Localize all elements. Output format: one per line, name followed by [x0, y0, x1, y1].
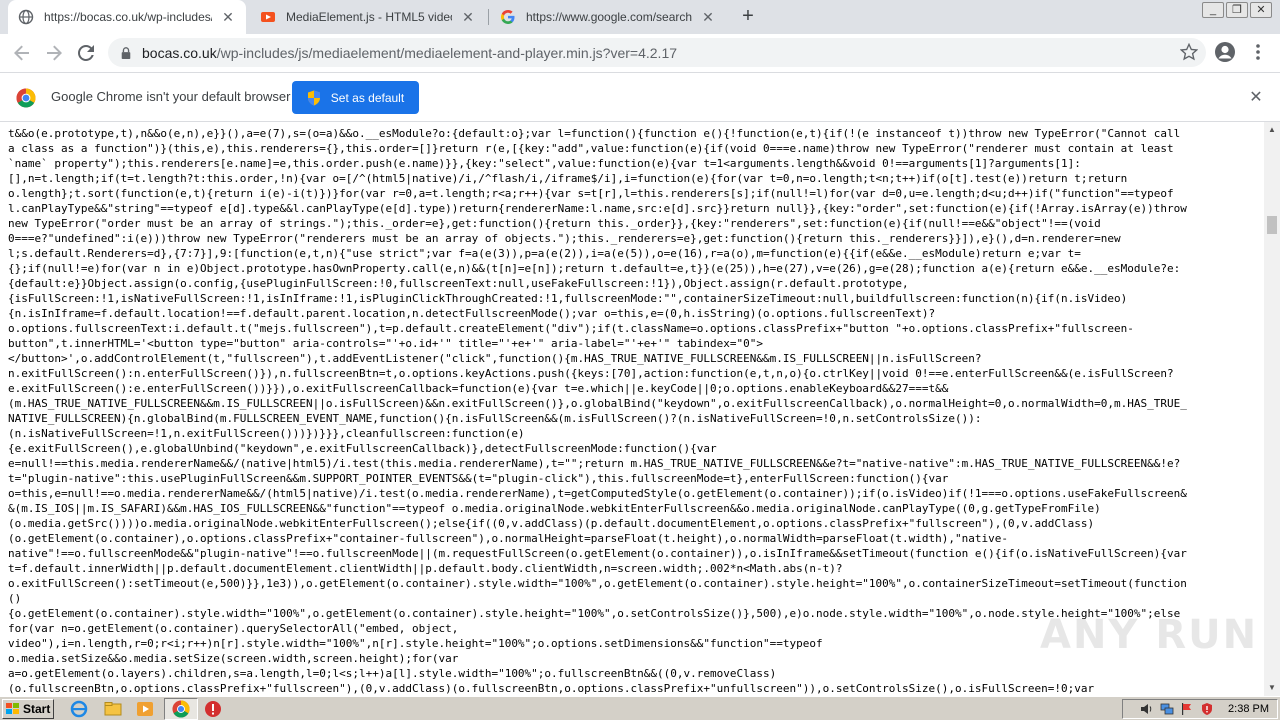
stop-sign-icon[interactable] — [204, 700, 222, 718]
tab-title: https://bocas.co.uk/wp-includes/js/me — [44, 10, 212, 24]
code-line: </button>',o.addControlElement(t,"fullsc… — [8, 352, 982, 365]
code-line: l.canPlayType&&"string"==typeof e[d].typ… — [8, 202, 1187, 215]
url-host: bocas.co.uk — [142, 44, 217, 61]
code-line: (o.getElement(o.container),o.options.cla… — [8, 532, 1009, 545]
code-line: {};if(null!=e)for(var n in e)Object.prot… — [8, 262, 1181, 275]
code-line: l;s.default.Renderers=d},{7:7}],9:[funct… — [8, 247, 1081, 260]
code-line: o=this,e=null!==o.media.rendererName&&/(… — [8, 487, 1187, 500]
code-line: e.exitFullScreen():e.enterFullScreen())}… — [8, 382, 949, 395]
screen: https://bocas.co.uk/wp-includes/js/me ✕ … — [0, 0, 1280, 720]
tab-bocas-script[interactable]: https://bocas.co.uk/wp-includes/js/me ✕ — [8, 0, 246, 34]
code-line: t=f.default.innerWidth||p.default.docume… — [8, 562, 843, 575]
scroll-down-arrow-icon[interactable]: ▼ — [1264, 680, 1280, 696]
code-line: (o.media.getSrc())))o.media.originalNode… — [8, 517, 1095, 530]
code-line: a=o.getElement(o.layers).children,s=a.le… — [8, 667, 777, 680]
code-line: button",t.innerHTML='<button type="butto… — [8, 337, 763, 350]
lock-icon[interactable] — [120, 46, 132, 59]
tab-mediaelement[interactable]: MediaElement.js - HTML5 video and a ✕ — [250, 0, 486, 34]
forward-arrow-icon — [47, 45, 62, 61]
close-tab-icon[interactable]: ✕ — [220, 9, 236, 25]
volume-icon[interactable] — [1140, 702, 1154, 716]
tab-title: https://www.google.com/search?q=me — [526, 10, 692, 24]
forward-button[interactable] — [40, 39, 68, 67]
minimize-button[interactable]: _ — [1202, 2, 1224, 18]
infobar-message: Google Chrome isn't your default browser — [51, 89, 291, 104]
taskbar-clock: 2:38 PM — [1228, 703, 1269, 715]
address-bar[interactable]: bocas.co.uk/wp-includes/js/mediaelement/… — [108, 38, 1206, 67]
google-icon — [500, 9, 516, 25]
kebab-menu-icon[interactable] — [1250, 42, 1266, 62]
code-line: t="plugin-native":this.usePluginFullScre… — [8, 472, 949, 485]
reload-button[interactable] — [72, 39, 100, 67]
windows-logo-icon — [6, 703, 19, 714]
code-line: o.length};t.sort(function(e,t){return i(… — [8, 187, 1174, 200]
start-label: Start — [23, 702, 51, 716]
uac-shield-icon — [307, 90, 320, 105]
start-button[interactable]: Start — [2, 699, 54, 719]
reload-icon — [78, 45, 94, 61]
code-line: o.options.fullscreenText:i.default.t("me… — [8, 322, 1134, 335]
browser-toolbar: bocas.co.uk/wp-includes/js/mediaelement/… — [0, 34, 1280, 72]
network-icon[interactable] — [1160, 702, 1174, 716]
code-line: {e.exitFullScreen(),e.globalUnbind("keyd… — [8, 442, 717, 455]
window-controls: _ ❐ ✕ — [1202, 0, 1274, 22]
code-line: (m.HAS_TRUE_NATIVE_FULLSCREEN&&m.IS_FULL… — [8, 397, 1187, 410]
code-line: n.exitFullScreen():n.enterFullScreen()})… — [8, 367, 1174, 380]
new-tab-button[interactable]: + — [736, 5, 760, 29]
url-path: /wp-includes/js/mediaelement/mediaelemen… — [216, 44, 678, 61]
action-center-flag-icon[interactable] — [1180, 702, 1194, 716]
scroll-up-arrow-icon[interactable]: ▲ — [1264, 122, 1280, 138]
url-text[interactable]: bocas.co.uk/wp-includes/js/mediaelement/… — [142, 45, 677, 61]
globe-icon — [18, 9, 34, 25]
code-line: {default:e}}Object.assign(o.config,{useP… — [8, 277, 909, 290]
code-line: (n.isNativeFullScreen=!1,n.exitFullScree… — [8, 427, 525, 440]
chrome-taskbar-icon — [172, 700, 190, 718]
code-line: () — [8, 592, 22, 605]
code-line: [],n=t.length;if(t=t.length?t:this.order… — [8, 172, 1128, 185]
close-infobar-icon[interactable]: ✕ — [1248, 90, 1264, 106]
code-line: e=null!==this.media.rendererName&&/(nati… — [8, 457, 1181, 470]
back-button[interactable] — [8, 39, 36, 67]
back-arrow-icon — [14, 45, 29, 61]
file-explorer-icon[interactable] — [104, 700, 122, 718]
page-content[interactable]: t&&o(e.prototype,t),n&&o(e,n),e}}(),a=e(… — [0, 122, 1264, 696]
default-browser-infobar: Google Chrome isn't your default browser… — [0, 72, 1280, 122]
security-shield-icon[interactable] — [1200, 702, 1214, 716]
close-window-button[interactable]: ✕ — [1250, 2, 1272, 18]
code-line: (o.fullscreenBtn,o.options.classPrefix+"… — [8, 682, 1095, 695]
mediaelement-icon — [260, 9, 276, 25]
tab-separator — [488, 9, 489, 25]
scrollbar-thumb[interactable] — [1267, 216, 1277, 234]
windows-taskbar: Start 2:38 PM — [0, 696, 1280, 720]
profile-avatar-icon[interactable] — [1214, 41, 1236, 63]
code-line: NATIVE_FULLSCREEN){n.globalBind(m.FULLSC… — [8, 412, 982, 425]
code-line: {isFullScreen:!1,isNativeFullScreen:!1,i… — [8, 292, 1128, 305]
vertical-scrollbar[interactable]: ▲ ▼ — [1264, 122, 1280, 696]
code-line: {n.isInIframe=f.default.location!==f.def… — [8, 307, 936, 320]
media-player-icon[interactable] — [136, 700, 154, 718]
code-line: t&&o(e.prototype,t),n&&o(e,n),e}}(),a=e(… — [8, 127, 1181, 140]
code-line: native"!==o.fullscreenMode&&"plugin-nati… — [8, 547, 1187, 560]
code-line: 0===e?"undefined":i(e)))throw new TypeEr… — [8, 232, 1121, 245]
chrome-taskbar-button[interactable] — [164, 698, 198, 720]
code-line: a class as a function")}(this,e),this.re… — [8, 142, 1174, 155]
anyrun-watermark: ANY RUN — [1040, 612, 1259, 658]
tab-google-search[interactable]: https://www.google.com/search?q=me ✕ — [490, 0, 726, 34]
system-tray: 2:38 PM — [1122, 699, 1278, 719]
set-as-default-button[interactable]: Set as default — [292, 81, 419, 114]
chrome-logo-icon — [16, 88, 36, 108]
internet-explorer-icon[interactable] — [70, 700, 88, 718]
tab-title: MediaElement.js - HTML5 video and a — [286, 10, 452, 24]
set-as-default-label: Set as default — [330, 90, 405, 105]
code-line: &(m.IS_IOS||m.IS_SAFARI)&&m.HAS_IOS_FULL… — [8, 502, 1101, 515]
source-code-text: t&&o(e.prototype,t),n&&o(e,n),e}}(),a=e(… — [8, 126, 1260, 696]
close-tab-icon[interactable]: ✕ — [460, 9, 476, 25]
tab-strip: https://bocas.co.uk/wp-includes/js/me ✕ … — [0, 0, 1280, 34]
code-line: o.exitFullScreen():setTimeout(e,500)}},1… — [8, 577, 1187, 590]
restore-button[interactable]: ❐ — [1226, 2, 1248, 18]
close-tab-icon[interactable]: ✕ — [700, 9, 716, 25]
code-line: `name` property");this.renderers[e.name]… — [8, 157, 1081, 170]
bookmark-star-icon[interactable] — [1180, 43, 1198, 61]
code-line: new TypeError("order must be an array of… — [8, 217, 1101, 230]
